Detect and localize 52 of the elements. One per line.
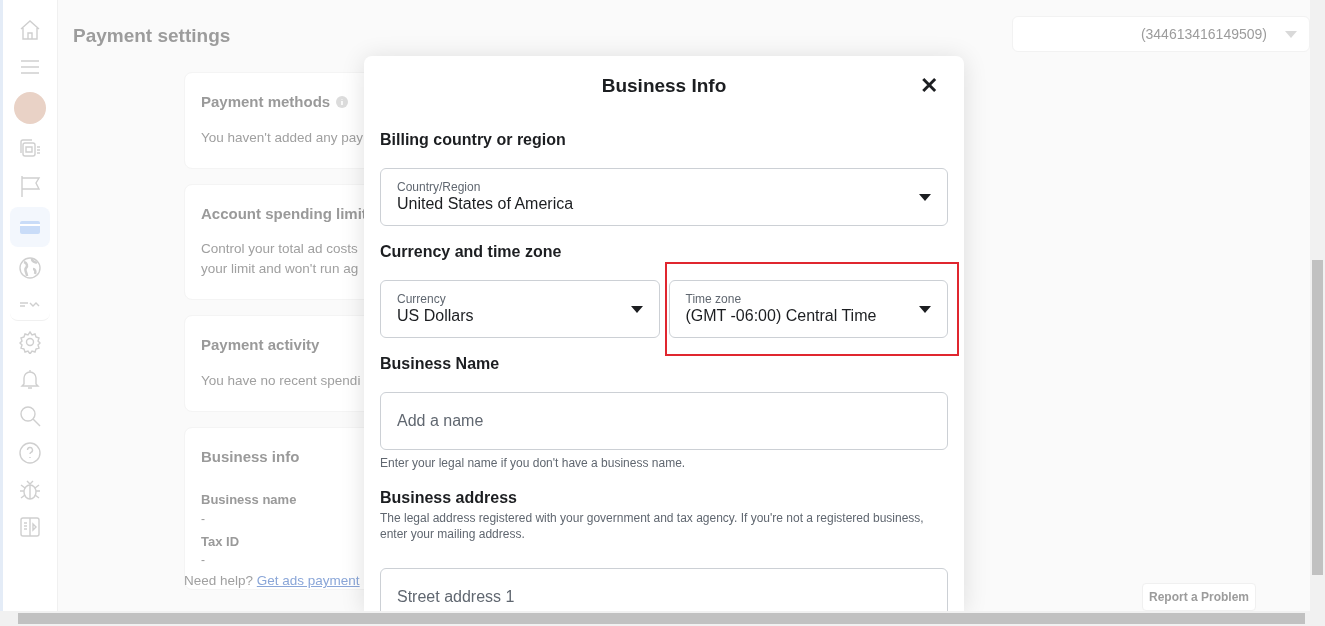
card-title: Payment methods	[201, 92, 331, 112]
account-id: (344613416149509)	[1140, 24, 1267, 44]
help-text: Need help? Get ads payment	[184, 572, 360, 590]
text-input-field[interactable]: Street address 1	[380, 568, 948, 611]
field-label: Tax ID	[201, 532, 240, 551]
scrollbar-thumb[interactable]	[18, 613, 1305, 624]
globe-icon	[18, 256, 42, 280]
search-icon	[18, 404, 42, 428]
select-label: Currency	[397, 292, 447, 306]
select-label: Country/Region	[397, 180, 482, 194]
tools-icon	[18, 302, 42, 307]
dropdown-select[interactable]: Currency US Dollars	[380, 280, 660, 338]
dropdown-caret-icon	[919, 305, 931, 313]
side-panel-icon	[18, 515, 42, 539]
home-icon	[18, 18, 42, 42]
page-title: Payment settings	[73, 24, 231, 48]
field-value: -	[201, 510, 205, 528]
select-value: United States of America	[397, 194, 575, 214]
dialog-title: Business Info	[601, 73, 727, 98]
settings-icon	[18, 330, 42, 354]
notification-bell-icon	[18, 367, 42, 391]
card-text: You have no recent spendi	[201, 371, 361, 390]
section-heading: Currency and time zone	[380, 242, 563, 262]
select-value: US Dollars	[397, 306, 475, 326]
dropdown-caret-icon	[1285, 30, 1297, 38]
text-input-field[interactable]: Add a name	[380, 392, 948, 450]
select-label: Time zone	[685, 292, 743, 306]
flag-icon	[18, 174, 42, 198]
info-icon[interactable]	[336, 96, 349, 109]
section-description: The legal address registered with your government and tax agency. If you're not a registered business, enter your mailing address.	[380, 510, 925, 542]
card-title: Payment activity	[201, 335, 320, 355]
dropdown-select[interactable]: Time zone (GMT -06:00) Central Time	[668, 280, 948, 338]
scrollbar-thumb[interactable]	[1312, 260, 1323, 575]
field-value: -	[201, 552, 205, 569]
card-title: Business info	[201, 446, 300, 467]
field-hint: Enter your legal name if you don't have a business name.	[380, 455, 687, 472]
dropdown-caret-icon	[630, 305, 643, 313]
card-text: your limit and won't run ag	[201, 260, 359, 278]
dropdown-caret-icon	[919, 193, 931, 201]
section-heading: Business address	[380, 488, 518, 508]
card-text: You haven't added any pay	[201, 128, 363, 147]
close-button[interactable]: ✕	[916, 72, 942, 100]
select-value: (GMT -06:00) Central Time	[685, 306, 878, 326]
card-text: Control your total ad costs	[201, 240, 358, 258]
help-icon	[18, 441, 42, 465]
section-heading: Billing country or region	[380, 130, 567, 150]
selected-nav-item[interactable]	[10, 207, 50, 247]
avatar-circle[interactable]	[14, 92, 46, 124]
field-label: Business name	[201, 491, 297, 509]
section-heading: Business Name	[380, 354, 501, 374]
bug-icon	[18, 478, 42, 502]
dropdown-select[interactable]: Country/Region United States of America	[380, 168, 948, 226]
